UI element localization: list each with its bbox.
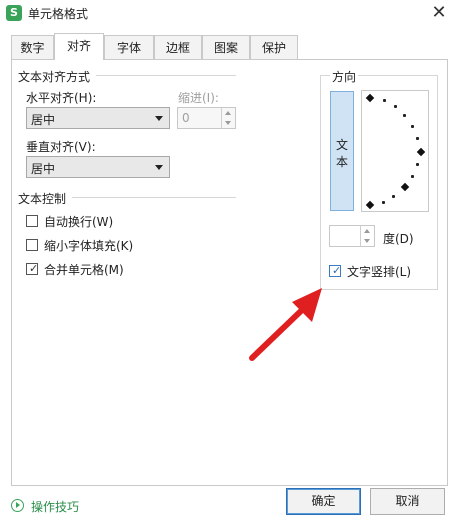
vertical-text-char: 本 — [336, 155, 349, 169]
play-icon[interactable] — [11, 499, 24, 512]
orientation-dial[interactable] — [361, 90, 429, 212]
shrink-to-fit-checkbox[interactable] — [26, 239, 38, 251]
check-icon: ✓ — [29, 262, 39, 275]
horizontal-align-label: 水平对齐(H): — [26, 91, 97, 105]
tab-pattern[interactable]: 图案 — [202, 35, 250, 59]
indent-spinner[interactable]: 0 — [177, 107, 236, 129]
arrow-up-icon — [225, 111, 231, 115]
wrap-text-label: 自动换行(W) — [44, 215, 114, 229]
dial-marker — [400, 182, 410, 192]
dial-dot — [394, 105, 397, 108]
ok-button[interactable]: 确定 — [286, 488, 361, 515]
text-alignment-group-title: 文本对齐方式 — [18, 70, 91, 84]
dialog-title: 单元格格式 — [28, 7, 89, 21]
dial-marker-middle — [416, 147, 426, 157]
check-icon: ✓ — [332, 264, 342, 277]
dial-dot — [411, 175, 414, 178]
dial-dot — [383, 99, 386, 102]
arrow-down-icon — [364, 239, 370, 243]
dial-dot — [403, 114, 406, 117]
vertical-layout-checkbox[interactable]: ✓ — [329, 264, 342, 277]
indent-label: 缩进(I): — [178, 91, 219, 105]
tab-font[interactable]: 字体 — [104, 35, 154, 59]
cancel-button[interactable]: 取消 — [370, 488, 445, 515]
tab-number[interactable]: 数字 — [11, 35, 54, 59]
degree-label: 度(D) — [383, 232, 414, 246]
shrink-to-fit-label: 缩小字体填充(K) — [44, 239, 134, 253]
tab-border[interactable]: 边框 — [154, 35, 202, 59]
spinner-buttons[interactable] — [221, 108, 235, 128]
dial-dot — [416, 163, 419, 166]
vertical-text-button[interactable]: 文 本 — [330, 91, 354, 211]
tab-alignment[interactable]: 对齐 — [54, 33, 104, 60]
dial-dot — [392, 195, 395, 198]
vertical-align-select[interactable]: 居中 — [26, 156, 170, 178]
chevron-down-icon — [155, 165, 163, 170]
vertical-text-char: 文 — [336, 138, 349, 152]
merge-cells-label: 合并单元格(M) — [44, 263, 124, 277]
arrow-up-icon — [364, 229, 370, 233]
dial-dot — [411, 125, 414, 128]
indent-value: 0 — [182, 111, 190, 125]
tips-link[interactable]: 操作技巧 — [31, 498, 79, 515]
tab-protection[interactable]: 保护 — [250, 35, 298, 59]
dial-marker-bottom — [365, 200, 375, 210]
spinner-buttons[interactable] — [360, 226, 374, 246]
horizontal-align-value: 居中 — [31, 113, 56, 127]
horizontal-align-select[interactable]: 居中 — [26, 107, 170, 129]
vertical-align-label: 垂直对齐(V): — [26, 140, 96, 154]
merge-cells-checkbox[interactable]: ✓ — [26, 262, 39, 275]
app-logo-icon: S — [6, 5, 22, 21]
orientation-group-title: 方向 — [330, 68, 359, 85]
group-divider — [96, 75, 236, 76]
text-control-group-title: 文本控制 — [18, 192, 67, 206]
arrow-down-icon — [225, 121, 231, 125]
close-icon[interactable]: ✕ — [428, 2, 450, 24]
dial-marker-top — [365, 93, 375, 103]
wrap-text-checkbox[interactable] — [26, 215, 38, 227]
vertical-layout-label: 文字竖排(L) — [347, 265, 412, 279]
annotation-arrow-icon — [249, 288, 322, 361]
vertical-align-value: 居中 — [31, 162, 56, 176]
chevron-down-icon — [155, 116, 163, 121]
dial-dot — [416, 137, 419, 140]
degree-spinner[interactable] — [329, 225, 375, 247]
dial-dot — [382, 201, 385, 204]
group-divider — [72, 197, 236, 198]
